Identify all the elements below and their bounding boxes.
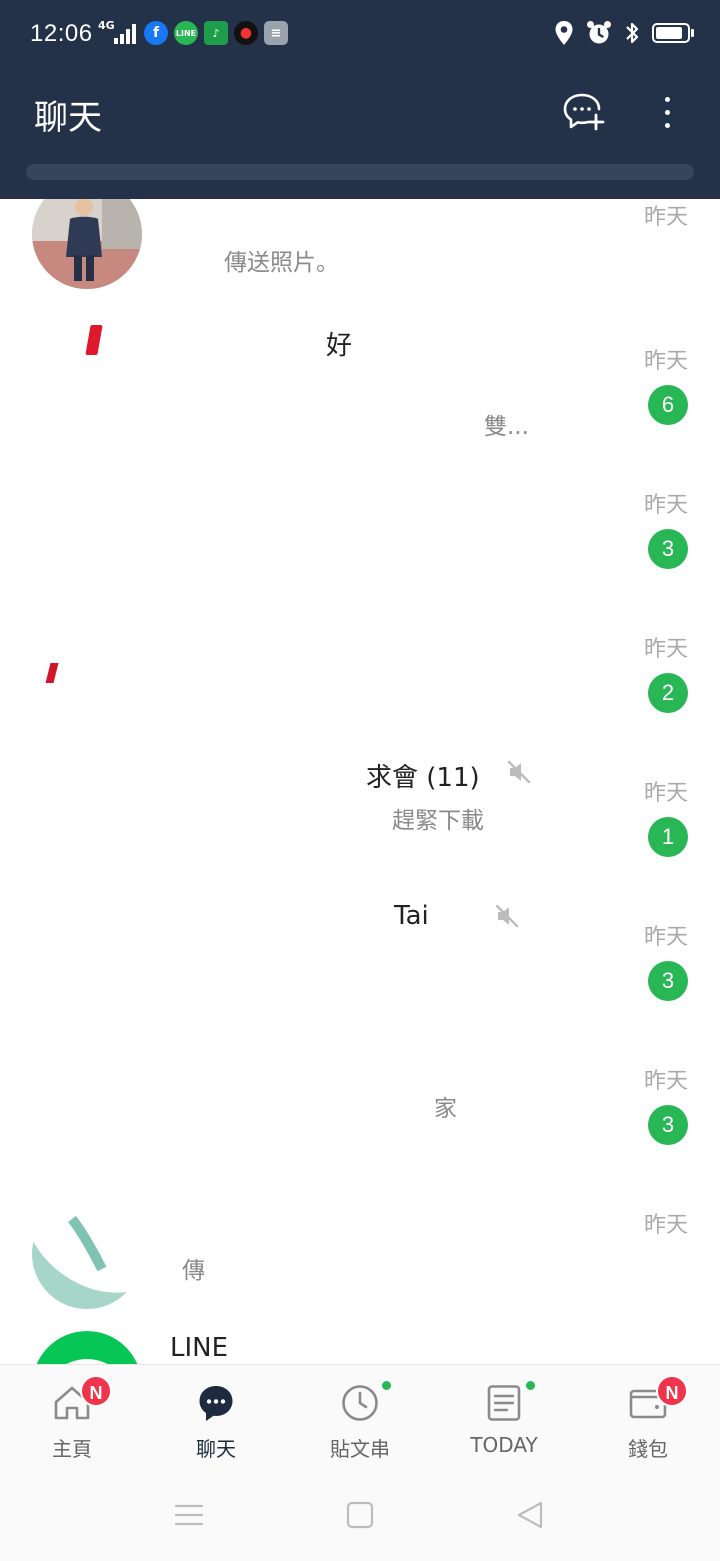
app-header: 聊天	[0, 72, 720, 199]
avatar-photo	[32, 1215, 142, 1309]
chat-item[interactable]: 昨天 2	[0, 611, 720, 755]
chat-list: 傳送照片。 昨天 好 雙... 昨天 6 昨天 3 昨天 2 求會 (11) 趕…	[0, 199, 720, 1364]
avatar-photo	[32, 199, 142, 289]
battery-icon	[652, 23, 694, 43]
nav-badge: N	[656, 1375, 688, 1407]
avatar-fragment	[45, 663, 59, 683]
signal-icon: 4G	[98, 20, 138, 46]
avatar-fragment	[85, 325, 103, 355]
clock-icon	[342, 1385, 378, 1421]
nav-label: 主頁	[52, 1437, 92, 1461]
line-icon: LINE	[174, 21, 198, 45]
status-right-icons	[554, 20, 694, 46]
nav-label: TODAY	[470, 1433, 538, 1457]
search-bar[interactable]	[26, 164, 694, 180]
chat-item[interactable]: 傳送照片。 昨天	[0, 199, 720, 323]
more-options-button[interactable]	[652, 92, 682, 132]
chat-item[interactable]: Tai 昨天 3	[0, 899, 720, 1043]
chat-preview: 雙...	[484, 414, 529, 440]
system-nav	[0, 1462, 720, 1561]
nav-home[interactable]: N 主頁	[0, 1365, 144, 1463]
chat-name: LINE	[170, 1333, 229, 1363]
chat-name: Tai	[394, 901, 429, 931]
nav-dot	[382, 1381, 391, 1390]
nav-dot	[526, 1381, 535, 1390]
nav-wallet[interactable]: N 錢包	[576, 1365, 720, 1463]
location-icon	[555, 21, 573, 45]
chat-item[interactable]: 好 雙... 昨天 6	[0, 323, 720, 467]
chat-time: 昨天	[643, 493, 688, 518]
facebook-icon: f	[144, 21, 168, 45]
bottom-nav: N 主頁 聊天 貼文串 TODAY N 錢包	[0, 1364, 720, 1462]
chat-time: 昨天	[643, 781, 688, 806]
chat-time: 昨天	[643, 349, 688, 374]
nav-chats[interactable]: 聊天	[144, 1365, 288, 1463]
unread-badge: 2	[648, 673, 688, 713]
chat-preview: 傳送照片。	[224, 250, 339, 276]
avatar	[32, 1331, 142, 1364]
chat-time: 昨天	[643, 925, 688, 950]
status-time: 12:06	[30, 20, 93, 47]
nav-label: 貼文串	[330, 1437, 390, 1461]
new-chat-icon	[563, 93, 605, 131]
new-chat-button[interactable]	[562, 92, 606, 132]
app-icon-red: ●	[234, 21, 258, 45]
nav-label: 錢包	[628, 1437, 668, 1461]
chat-time: 昨天	[643, 637, 688, 662]
chat-icon	[199, 1386, 233, 1421]
chat-item[interactable]: 昨天 3	[0, 467, 720, 611]
nav-badge: N	[80, 1375, 112, 1407]
chat-time: 昨天	[643, 1069, 688, 1094]
chat-time: 昨天	[643, 205, 688, 230]
app-icon-gray: ≡	[264, 21, 288, 45]
network-type: 4G	[98, 19, 115, 32]
unread-badge: 1	[648, 817, 688, 857]
mute-icon	[507, 760, 531, 784]
chat-time: 昨天	[643, 1213, 688, 1238]
chat-name: 好	[326, 331, 353, 361]
bluetooth-icon	[626, 22, 639, 44]
unread-badge: 3	[648, 529, 688, 569]
line-logo-icon	[36, 1331, 138, 1364]
app-icon-green: ♪	[204, 21, 228, 45]
chat-preview: 家	[434, 1096, 457, 1122]
chat-item[interactable]: 家 昨天 3	[0, 1043, 720, 1187]
unread-badge: 6	[648, 385, 688, 425]
page-title: 聊天	[34, 98, 102, 138]
chat-preview: 趕緊下載	[392, 808, 484, 834]
unread-badge: 3	[648, 961, 688, 1001]
avatar	[32, 1199, 142, 1309]
home-button-icon[interactable]	[345, 1500, 375, 1530]
unread-badge: 3	[648, 1105, 688, 1145]
status-bar: 12:06 4G f LINE ♪ ● ≡	[0, 0, 720, 72]
mute-icon	[495, 904, 519, 928]
back-icon[interactable]	[515, 1500, 545, 1530]
nav-today[interactable]: TODAY	[432, 1365, 576, 1463]
status-left-icons: 4G f LINE ♪ ● ≡	[98, 20, 288, 46]
avatar	[32, 199, 142, 289]
nav-label: 聊天	[196, 1437, 236, 1461]
chat-name: 求會 (11)	[366, 763, 480, 793]
alarm-icon	[587, 21, 611, 44]
chat-item[interactable]: 傳 昨天	[0, 1187, 720, 1331]
menu-icon[interactable]	[174, 1500, 204, 1530]
chat-item[interactable]: LINE	[0, 1331, 720, 1364]
nav-timeline[interactable]: 貼文串	[288, 1365, 432, 1463]
news-icon	[487, 1385, 521, 1421]
chat-preview: 傳	[182, 1258, 205, 1284]
chat-item[interactable]: 求會 (11) 趕緊下載 昨天 1	[0, 755, 720, 899]
